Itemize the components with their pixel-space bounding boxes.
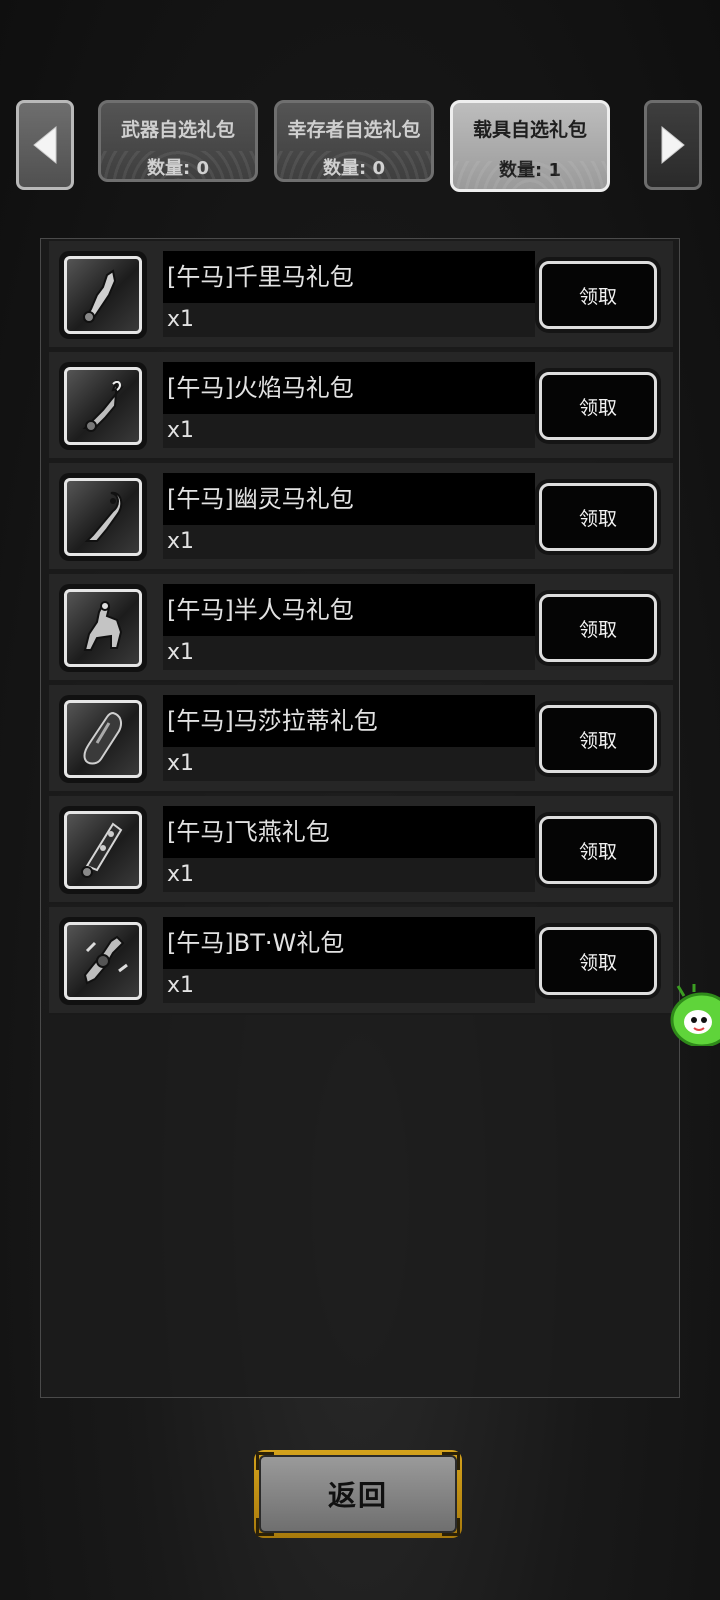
corner-ornament <box>256 1452 274 1470</box>
item-quantity: x1 <box>163 414 535 448</box>
item-thumbnail <box>59 806 147 894</box>
gift-pack-list[interactable]: [午马]千里马礼包 x1 领取 [午马]火焰马礼包 x1 领取 [午马]幽灵马礼… <box>40 238 680 1398</box>
item-thumbnail <box>59 473 147 561</box>
item-thumbnail <box>59 584 147 672</box>
list-item: [午马]半人马礼包 x1 领取 <box>49 574 673 682</box>
tab-title: 武器自选礼包 <box>120 119 235 141</box>
tab-title: 载具自选礼包 <box>472 119 587 141</box>
tab-title: 幸存者自选礼包 <box>287 119 421 141</box>
list-item: [午马]马莎拉蒂礼包 x1 领取 <box>49 685 673 793</box>
tab-vehicle-pack[interactable]: 载具自选礼包 数量: 1 <box>450 100 610 192</box>
claim-button[interactable]: 领取 <box>535 479 661 555</box>
item-name: [午马]马莎拉蒂礼包 <box>163 695 535 747</box>
item-name: [午马]幽灵马礼包 <box>163 473 535 525</box>
back-button-label: 返回 <box>327 1479 388 1512</box>
claim-button[interactable]: 领取 <box>535 590 661 666</box>
ghost-horse-icon <box>84 491 123 542</box>
tab-count: 数量: 1 <box>499 160 561 181</box>
item-quantity: x1 <box>163 858 535 892</box>
car-icon <box>83 711 122 765</box>
list-item: [午马]BT·W礼包 x1 领取 <box>49 907 673 1015</box>
corner-ornament <box>256 1518 274 1536</box>
claim-button[interactable]: 领取 <box>535 257 661 333</box>
item-quantity: x1 <box>163 747 535 781</box>
back-button[interactable]: 返回 <box>254 1450 462 1538</box>
claim-button[interactable]: 领取 <box>535 701 661 777</box>
centaur-icon <box>83 601 123 651</box>
list-item: [午马]飞燕礼包 x1 领取 <box>49 796 673 904</box>
horse-vehicle-icon <box>83 269 117 323</box>
item-name: [午马]飞燕礼包 <box>163 806 535 858</box>
next-page-button[interactable] <box>644 100 702 190</box>
item-name: [午马]千里马礼包 <box>163 251 535 303</box>
item-name: [午马]半人马礼包 <box>163 584 535 636</box>
item-quantity: x1 <box>163 636 535 670</box>
triangle-right-icon <box>661 125 685 165</box>
item-thumbnail <box>59 362 147 450</box>
corner-ornament <box>442 1518 460 1536</box>
floating-mascot-button[interactable] <box>668 984 720 1048</box>
tab-weapon-pack[interactable]: 武器自选礼包 数量: 0 <box>98 100 258 182</box>
tab-count: 数量: 0 <box>147 158 209 179</box>
flame-horse-icon <box>82 379 124 432</box>
item-thumbnail <box>59 251 147 339</box>
hoverboard-icon <box>81 822 123 878</box>
item-thumbnail <box>59 917 147 1005</box>
claim-button[interactable]: 领取 <box>535 812 661 888</box>
prev-page-button[interactable] <box>16 100 74 190</box>
item-thumbnail <box>59 695 147 783</box>
green-mascot-icon <box>670 984 720 1048</box>
gift-pack-screen: 武器自选礼包 数量: 0 幸存者自选礼包 数量: 0 载具自选礼包 数量: 1 … <box>0 0 720 1600</box>
list-item: [午马]火焰马礼包 x1 领取 <box>49 352 673 460</box>
item-name: [午马]BT·W礼包 <box>163 917 535 969</box>
item-quantity: x1 <box>163 969 535 1003</box>
corner-ornament <box>442 1452 460 1470</box>
item-quantity: x1 <box>163 525 535 559</box>
item-name: [午马]火焰马礼包 <box>163 362 535 414</box>
claim-button[interactable]: 领取 <box>535 368 661 444</box>
claim-button[interactable]: 领取 <box>535 923 661 999</box>
list-item: [午马]千里马礼包 x1 领取 <box>49 241 673 349</box>
tab-survivor-pack[interactable]: 幸存者自选礼包 数量: 0 <box>274 100 434 182</box>
triangle-left-icon <box>33 125 57 165</box>
item-quantity: x1 <box>163 303 535 337</box>
motorbike-icon <box>83 935 128 985</box>
list-item: [午马]幽灵马礼包 x1 领取 <box>49 463 673 571</box>
tab-count: 数量: 0 <box>323 158 385 179</box>
